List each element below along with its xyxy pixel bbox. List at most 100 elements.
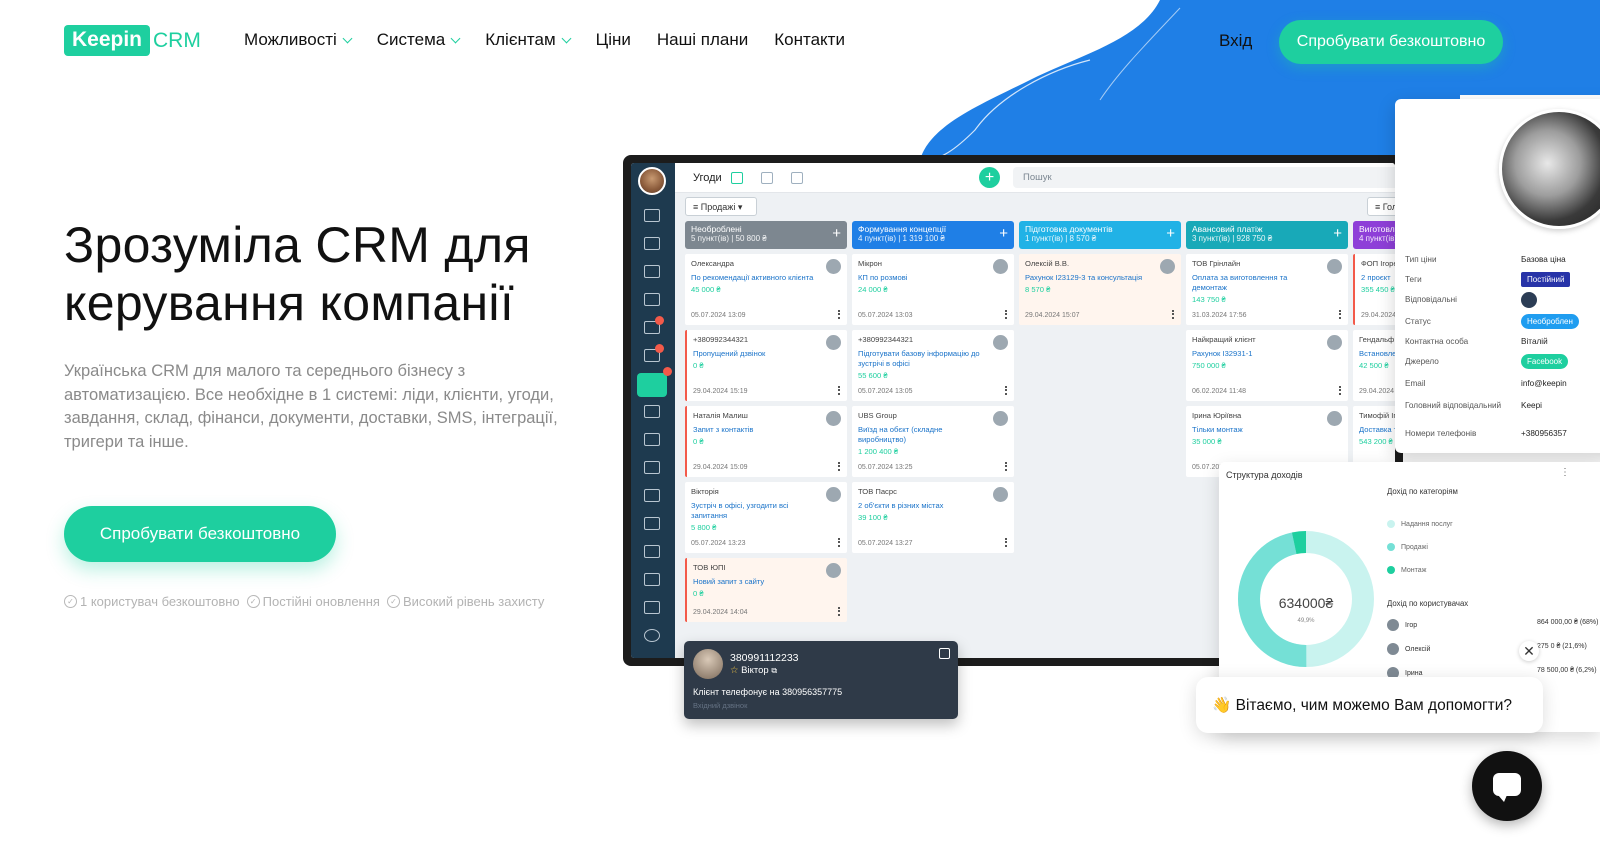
deal-card[interactable]: Вікторія Зустріч в офісі, узгодити всі за… [685, 482, 847, 553]
deal-date: 05.07.2024 13:27 [858, 540, 913, 547]
profile-field-value[interactable]: Постійний [1521, 272, 1571, 287]
add-card-icon[interactable]: + [832, 226, 841, 241]
second-filter[interactable]: ≡ Голо [1367, 197, 1395, 216]
deal-title-link[interactable]: Виїзд на обєкт (складне виробництво) [858, 425, 986, 445]
deal-card[interactable]: Олександра По рекомендації активного кліє… [685, 254, 847, 325]
search-input[interactable]: Пошук [1013, 167, 1395, 188]
deal-title-link[interactable]: Оплата за виготовлення та демонтаж [1192, 273, 1320, 293]
column-header[interactable]: Виготовлен4 пункт(ів)+ [1353, 221, 1395, 249]
deal-title-link[interactable]: 2 проєкт [1361, 273, 1395, 283]
wallet-icon[interactable] [644, 545, 660, 558]
more-options-icon[interactable] [838, 462, 840, 471]
column-header[interactable]: Авансовий платіж 3 пункт(ів) | 928 750 ₴ + [1186, 221, 1348, 249]
deal-card[interactable]: Гендальф Бі Встановлен документац 42 500 ₴… [1353, 330, 1395, 401]
deal-title-link[interactable]: Доставка та [1359, 425, 1395, 435]
donut-total-label: 634000₴ [1279, 595, 1334, 611]
deal-card[interactable]: Найкращий клієнт Рахунок I32931-1 750 000 … [1186, 330, 1348, 401]
deal-title-link[interactable]: По рекомендації активного клієнта [691, 273, 819, 283]
clock-icon[interactable] [644, 433, 660, 446]
deal-card[interactable]: ТОВ Грінлайн Оплата за виготовлення та де… [1186, 254, 1348, 325]
pipeline-filter[interactable]: ≡ Продажі ▾ [685, 197, 757, 216]
settings-gear-icon[interactable] [644, 629, 660, 642]
login-link[interactable]: Вхід [1219, 31, 1252, 51]
more-options-icon[interactable] [1005, 386, 1007, 395]
deal-card[interactable]: ТОВ Пасрс 2 об'єкти в різних містах 39 100… [852, 482, 1014, 553]
deal-card[interactable]: UBS Group Виїзд на обєкт (складне виробни… [852, 406, 1014, 477]
profile-field-value[interactable]: Необроблен [1521, 314, 1579, 329]
deal-card[interactable]: Наталія Малиш Запит з контактів 0 ₴ 29.04.2… [685, 406, 847, 477]
profile-field-value[interactable]: Facebook [1521, 354, 1569, 369]
nav-item-clients[interactable]: Клієнтам [485, 30, 572, 50]
deal-card[interactable]: Мікрон КП по розмові 24 000 ₴ 05.07.2024 13… [852, 254, 1014, 325]
column-header[interactable]: Формування концепції 4 пункт(ів) | 1 319 … [852, 221, 1014, 249]
deal-card[interactable]: Олексій В.В. Рахунок I23129-3 та консульт… [1019, 254, 1181, 325]
deal-card[interactable]: ТОВ ЮПІ Новий запит з сайту 0 ₴ 29.04.2024 … [685, 558, 847, 622]
deal-title-link[interactable]: Рахунок I32931-1 [1192, 349, 1320, 359]
more-options-icon[interactable] [838, 310, 840, 319]
deal-title-link[interactable]: Пропущений дзвінок [693, 349, 821, 359]
deal-card[interactable]: +380992344321 Пропущений дзвінок 0 ₴ 29.04.… [685, 330, 847, 401]
deal-title-link[interactable]: Рахунок I23129-3 та консультація [1025, 273, 1153, 283]
more-options-icon[interactable] [1172, 310, 1174, 319]
mail-icon[interactable] [644, 316, 664, 334]
try-free-button[interactable]: Спробувати безкоштовно [64, 506, 336, 562]
nav-item-contacts[interactable]: Контакти [774, 30, 845, 50]
chevron-down-icon [450, 33, 461, 43]
warehouse-icon[interactable] [644, 489, 660, 502]
column-header[interactable]: Підготовка документів 1 пункт(ів) | 8 570… [1019, 221, 1181, 249]
kanban-view-icon[interactable] [731, 172, 743, 184]
close-greeting-button[interactable]: ✕ [1519, 641, 1539, 661]
deal-title-link[interactable]: Новий запит з сайту [693, 577, 821, 587]
deal-title-link[interactable]: Підготувати базову інформацію до зустріч… [858, 349, 986, 369]
documents-icon[interactable] [644, 405, 660, 418]
more-options-icon[interactable] [1339, 310, 1341, 319]
deals-cart-icon[interactable] [637, 367, 672, 397]
caller-name-row[interactable]: ☆ Віктор ⧉ [730, 665, 777, 676]
open-external-icon[interactable] [939, 648, 950, 659]
deal-title-link[interactable]: Тільки монтаж [1192, 425, 1320, 435]
deal-amount: 24 000 ₴ [858, 285, 888, 294]
more-options-icon[interactable] [1005, 538, 1007, 547]
deal-title-link[interactable]: Запит з контактів [693, 425, 821, 435]
more-options-icon[interactable] [1005, 462, 1007, 471]
deal-title-link[interactable]: КП по розмові [858, 273, 986, 283]
nav-item-prices[interactable]: Ціни [596, 30, 631, 50]
deal-card[interactable]: +380992344321 Підготувати базову інформац… [852, 330, 1014, 401]
list-view-icon[interactable] [761, 172, 773, 184]
column-header[interactable]: Необроблені 5 пункт(ів) | 50 800 ₴ + [685, 221, 847, 249]
column-name: Виготовлен [1359, 224, 1395, 234]
try-free-button-header[interactable]: Спробувати безкоштовно [1279, 20, 1503, 64]
nav-item-plans[interactable]: Наші плани [657, 30, 748, 50]
add-card-icon[interactable]: + [999, 226, 1008, 241]
more-options-icon[interactable]: ⋮ [1560, 467, 1570, 478]
deal-title-link[interactable]: 2 об'єкти в різних містах [858, 501, 986, 511]
deal-card[interactable]: ФОП Ігорен 2 проєкт 355 450 ₴ 29.04.2024 [1353, 254, 1395, 325]
barcode-view-icon[interactable] [791, 172, 803, 184]
more-options-icon[interactable] [838, 607, 840, 616]
more-options-icon[interactable] [1339, 386, 1341, 395]
incoming-call-popup[interactable]: 380991112233 ☆ Віктор ⧉ Клієнт телефонує… [684, 641, 958, 719]
chat-launcher-button[interactable] [1472, 751, 1542, 821]
add-card-icon[interactable]: + [1333, 226, 1342, 241]
add-deal-button[interactable]: + [979, 167, 1000, 188]
report-icon[interactable] [644, 573, 660, 586]
logo[interactable]: Keepin CRM [64, 25, 201, 56]
deal-title-link[interactable]: Зустріч в офісі, узгодити всі запитання [691, 501, 819, 521]
tasks-icon[interactable] [644, 344, 664, 362]
factory-icon[interactable] [644, 517, 660, 530]
add-card-icon[interactable]: + [1166, 226, 1175, 241]
contacts-icon[interactable] [644, 237, 660, 250]
more-options-icon[interactable] [838, 386, 840, 395]
nav-item-features[interactable]: Можливості [244, 30, 353, 50]
nav-item-system[interactable]: Система [377, 30, 461, 50]
chat-icon[interactable] [644, 265, 660, 278]
more-options-icon[interactable] [1005, 310, 1007, 319]
analytics-icon[interactable] [644, 601, 660, 614]
chat-greeting-bubble[interactable]: 👋 Вітаємо, чим можемо Вам допомогти? [1196, 677, 1543, 733]
user-avatar[interactable] [638, 167, 666, 195]
monitor-icon[interactable] [644, 209, 660, 222]
delivery-icon[interactable] [644, 293, 660, 306]
image-icon[interactable] [644, 461, 660, 474]
more-options-icon[interactable] [838, 538, 840, 547]
deal-title-link[interactable]: Встановлен документац [1359, 349, 1395, 359]
